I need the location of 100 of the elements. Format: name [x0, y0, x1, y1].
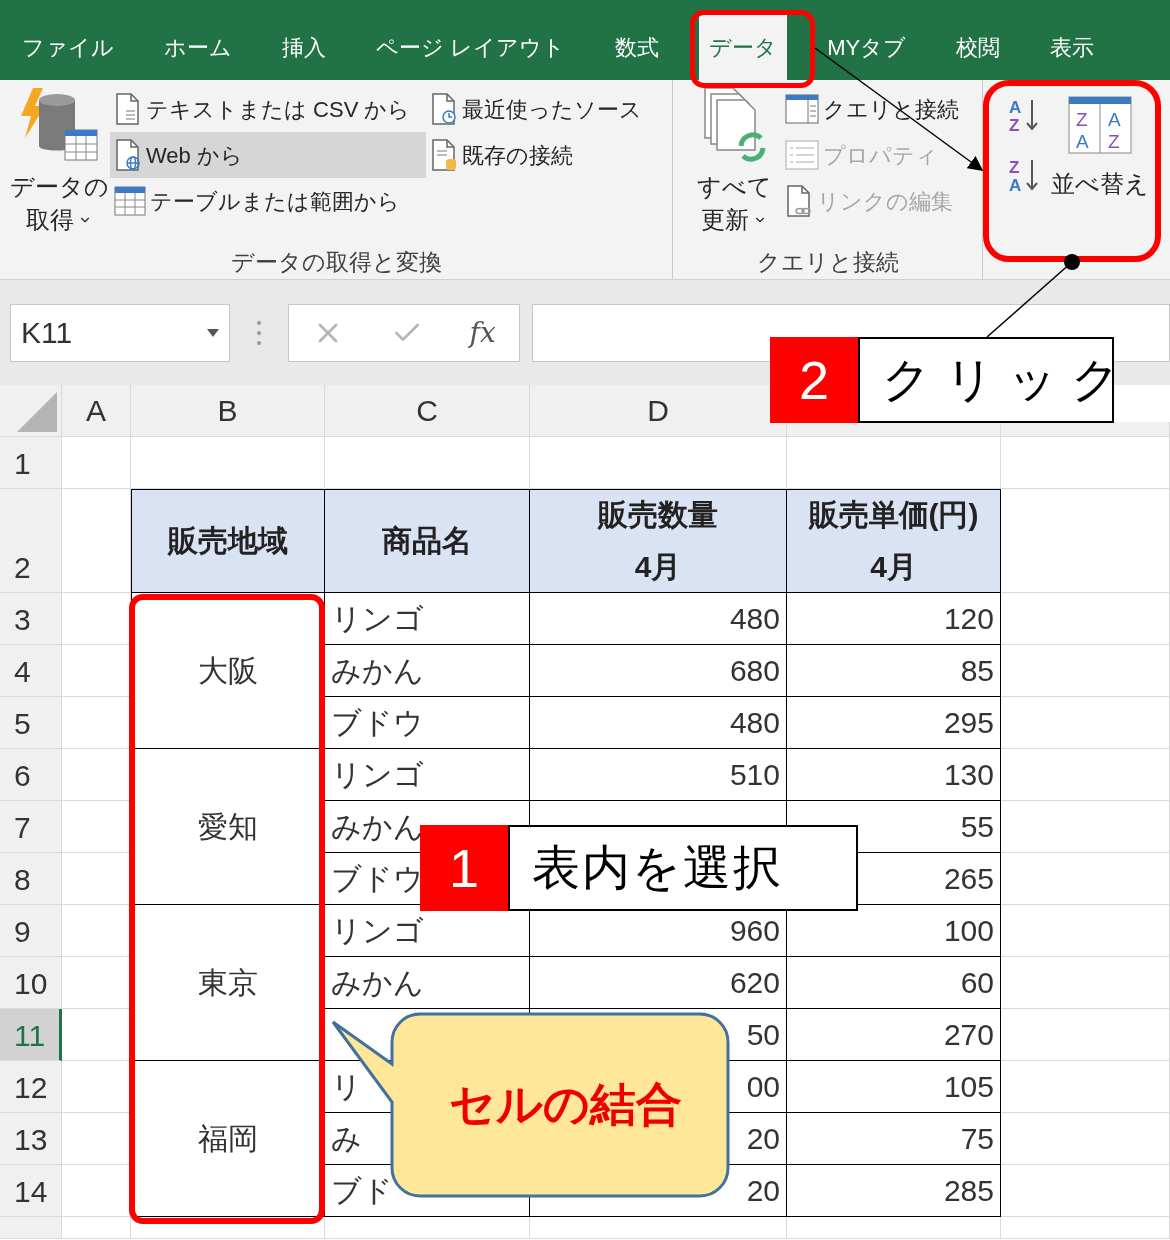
sheet-cell[interactable] — [62, 1217, 131, 1239]
group-label: クエリと接続 — [755, 248, 900, 277]
merged-cell: 大阪 — [131, 593, 325, 749]
ribbon-tab[interactable]: データ — [699, 14, 788, 80]
refresh-all-button[interactable]: すべて 更新 — [673, 86, 781, 245]
row-header[interactable]: 5 — [0, 697, 62, 749]
table-cell: 60 — [787, 957, 1001, 1009]
sort-dialog-icon: Z A A Z — [1068, 96, 1132, 154]
sheet-cell[interactable] — [787, 1217, 1001, 1239]
group-label: データの取得と変換 — [229, 248, 443, 277]
row-header[interactable]: 11 — [0, 1009, 62, 1061]
ribbon-button[interactable]: 既存の接続 — [426, 132, 646, 178]
ribbon-tab[interactable]: 校閲 — [946, 14, 1011, 80]
row-header[interactable]: 12 — [0, 1061, 62, 1113]
panel-icon — [785, 94, 819, 124]
row-header[interactable]: 9 — [0, 905, 62, 957]
row-header[interactable]: 3 — [0, 593, 62, 645]
table-cell: リンゴ — [325, 593, 530, 645]
table-cell: 270 — [787, 1009, 1001, 1061]
refresh-icon — [701, 86, 767, 164]
select-all-icon[interactable] — [17, 392, 57, 432]
column-header[interactable]: A — [62, 385, 131, 437]
sheet-cell[interactable] — [1001, 1165, 1170, 1217]
database-icon — [19, 86, 99, 164]
row-header[interactable]: 10 — [0, 957, 62, 1009]
header-cell: 商品名 — [325, 489, 530, 593]
get-data-button[interactable]: データの 取得 — [0, 86, 110, 245]
grip-icon — [256, 319, 262, 346]
sheet-cell[interactable] — [1001, 853, 1170, 905]
sheet-cell[interactable] — [1001, 957, 1170, 1009]
ribbon-tab[interactable]: MYタブ — [817, 14, 917, 80]
sheet-cell[interactable] — [1001, 437, 1170, 489]
table-cell: 295 — [787, 697, 1001, 749]
table-cell: ブドウ — [325, 697, 530, 749]
table-cell: 620 — [530, 957, 787, 1009]
column-header[interactable] — [1001, 422, 1170, 437]
ribbon-tab[interactable]: 挿入 — [272, 14, 336, 80]
sheet-cell[interactable] — [325, 1217, 530, 1239]
column-header[interactable]: C — [325, 385, 530, 437]
web-page-icon — [114, 139, 142, 171]
row-header[interactable]: 4 — [0, 645, 62, 697]
sheet-cell[interactable] — [1001, 1217, 1170, 1239]
dropdown-caret-icon — [207, 328, 219, 337]
ribbon-tab[interactable]: 数式 — [605, 14, 670, 80]
sheet-cell[interactable] — [1001, 593, 1170, 645]
header-cell: 販売単価(円) 4月 — [787, 489, 1001, 593]
ribbon-tab[interactable]: 表示 — [1040, 14, 1105, 80]
insert-function-button[interactable]: fx — [469, 311, 496, 354]
table-cell: 510 — [530, 749, 787, 801]
ribbon-tab[interactable]: ファイル — [12, 14, 124, 80]
ribbon-button[interactable]: Web から — [110, 132, 426, 178]
sheet-cell[interactable] — [530, 1217, 787, 1239]
sheet-cell[interactable] — [62, 593, 131, 645]
step-number: 1 — [420, 825, 508, 911]
row-header[interactable]: 7 — [0, 801, 62, 853]
row-header[interactable]: 13 — [0, 1113, 62, 1165]
sheet-cell[interactable] — [1001, 645, 1170, 697]
column-header[interactable]: D — [530, 385, 787, 437]
header-cell: 販売地域 — [131, 489, 325, 593]
row-header[interactable]: 2 — [0, 489, 62, 593]
properties-icon — [785, 140, 819, 170]
sheet-cell[interactable] — [1001, 1009, 1170, 1061]
ribbon-tab[interactable]: ホーム — [154, 14, 242, 80]
table-cell: 285 — [787, 1165, 1001, 1217]
ribbon-button[interactable]: 最近使ったソース — [426, 86, 646, 132]
row-header[interactable]: 14 — [0, 1165, 62, 1217]
table-cell: 75 — [787, 1113, 1001, 1165]
sheet-cell[interactable] — [1001, 1061, 1170, 1113]
ribbon-button[interactable]: テーブルまたは範囲から — [110, 178, 426, 224]
name-box[interactable]: K11 — [10, 303, 230, 362]
sheet-cell[interactable] — [1001, 801, 1170, 853]
sheet-cell[interactable] — [131, 1217, 325, 1239]
sheet-cell[interactable] — [1001, 749, 1170, 801]
sheet-cell[interactable] — [62, 437, 131, 489]
step-label: クリック — [858, 337, 1114, 423]
sheet-cell[interactable] — [1001, 1113, 1170, 1165]
row-header[interactable]: 6 — [0, 749, 62, 801]
link-file-icon — [785, 185, 813, 217]
step-label: 表内を選択 — [508, 825, 858, 911]
row-header[interactable]: 1 — [0, 437, 62, 489]
table-cell: 480 — [530, 593, 787, 645]
text-file-icon — [114, 93, 142, 125]
step-number: 2 — [770, 337, 858, 423]
column-header[interactable]: B — [131, 385, 325, 437]
table-cell: 130 — [787, 749, 1001, 801]
table-cell: 85 — [787, 645, 1001, 697]
ribbon-tab[interactable]: ページ レイアウト — [366, 14, 576, 80]
header-cell: 販売数量 4月 — [530, 489, 787, 593]
table-cell: 480 — [530, 697, 787, 749]
table-cell: みかん — [325, 957, 530, 1009]
sort-button[interactable]: Z A A Z 並べ替え — [1051, 96, 1149, 245]
row-header[interactable]: 8 — [0, 853, 62, 905]
cell-reference: K11 — [21, 315, 73, 351]
ribbon-button[interactable]: テキストまたは CSV から — [110, 86, 426, 132]
recent-file-icon — [430, 93, 458, 125]
table-cell: みかん — [325, 645, 530, 697]
leader-dot — [1064, 254, 1080, 270]
sheet-cell[interactable] — [1001, 905, 1170, 957]
sheet-cell[interactable] — [1001, 697, 1170, 749]
table-cell: リンゴ — [325, 749, 530, 801]
